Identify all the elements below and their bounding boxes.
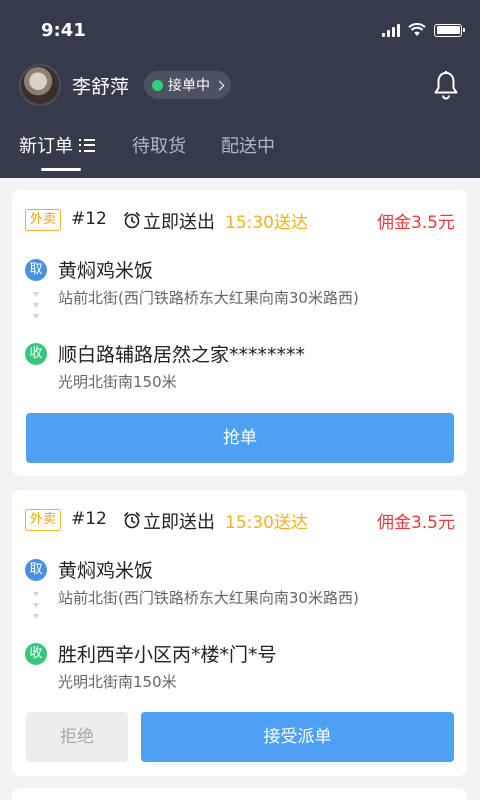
online-status-dot: [152, 79, 164, 91]
battery-icon: [434, 23, 465, 37]
tab-pending-pickup[interactable]: 待取货: [132, 132, 186, 158]
order-card: 外卖 #12 立即送出 15:30送达 佣金3.5元 取 黄焖鸡米饭 站前北街(…: [12, 190, 467, 476]
accept-dispatch-button[interactable]: 接受派单: [141, 712, 454, 762]
reject-button[interactable]: 拒绝: [26, 712, 128, 762]
order-number: #12: [71, 209, 107, 229]
route-dots: [32, 292, 40, 319]
battery-level: [436, 26, 460, 34]
pickup-name: 黄焖鸡米饭: [58, 260, 154, 282]
status-bar: 9:41: [0, 0, 480, 60]
delivery-mode: 立即送出: [143, 512, 215, 533]
order-number: #12: [71, 509, 107, 529]
profile-row: 李舒萍 接单中: [19, 64, 232, 106]
work-status-toggle[interactable]: 接单中: [144, 71, 232, 99]
active-tab-indicator: [41, 168, 81, 171]
delivery-deadline: 15:30送达: [225, 213, 308, 233]
bell-icon[interactable]: [433, 70, 459, 100]
chevron-right-icon: [214, 80, 225, 90]
order-type-tag: 外卖: [25, 509, 62, 531]
dropoff-badge: 收: [25, 343, 47, 365]
dropoff-address: 光明北街南150米: [58, 673, 177, 691]
pickup-badge: 取: [25, 259, 47, 281]
avatar[interactable]: [19, 64, 61, 106]
wifi-icon: [408, 23, 426, 36]
delivery-mode: 立即送出: [143, 212, 215, 233]
work-status-label: 接单中: [168, 78, 211, 94]
app-header: 9:41 李舒萍 接单中 新订单 待取货 配送中: [0, 0, 480, 178]
dropoff-address: 光明北街南150米: [58, 373, 177, 391]
delivery-deadline: 15:30送达: [225, 513, 308, 533]
status-icons: [382, 22, 465, 38]
alarm-clock-icon: [124, 212, 140, 229]
pickup-badge: 取: [25, 559, 47, 581]
username: 李舒萍: [72, 75, 130, 98]
pickup-address: 站前北街(西门铁路桥东大红果向南30米路西): [58, 289, 359, 307]
list-icon: [79, 138, 95, 152]
alarm-clock-icon: [124, 512, 140, 529]
dropoff-name: 顺白路辅路居然之家********: [58, 344, 306, 366]
order-type-tag: 外卖: [25, 209, 62, 231]
grab-order-button[interactable]: 抢单: [26, 413, 454, 463]
dropoff-name: 胜利西辛小区丙*楼*门*号: [58, 644, 277, 666]
commission: 佣金3.5元: [376, 513, 455, 533]
commission: 佣金3.5元: [376, 213, 455, 233]
pickup-name: 黄焖鸡米饭: [58, 560, 154, 582]
order-card-header: 外卖 #12 立即送出 15:30送达 佣金3.5元: [25, 508, 455, 533]
pickup-address: 站前北街(西门铁路桥东大红果向南30米路西): [58, 589, 359, 607]
route-dots: [32, 592, 40, 619]
order-card: 外卖 #12 立即送出 15:30送达 佣金3.5元 取 黄焖鸡米饭 站前北街(…: [12, 490, 467, 776]
tab-delivering[interactable]: 配送中: [221, 132, 275, 158]
order-card-header: 外卖 #12 立即送出 15:30送达 佣金3.5元: [25, 208, 455, 233]
order-card: [12, 788, 467, 800]
order-tabs: 新订单 待取货 配送中: [0, 128, 480, 178]
tab-new-orders[interactable]: 新订单: [19, 132, 95, 158]
signal-icon: [382, 23, 400, 37]
status-time: 9:41: [41, 20, 86, 41]
tab-label: 新订单: [19, 136, 73, 157]
dropoff-badge: 收: [25, 643, 47, 665]
